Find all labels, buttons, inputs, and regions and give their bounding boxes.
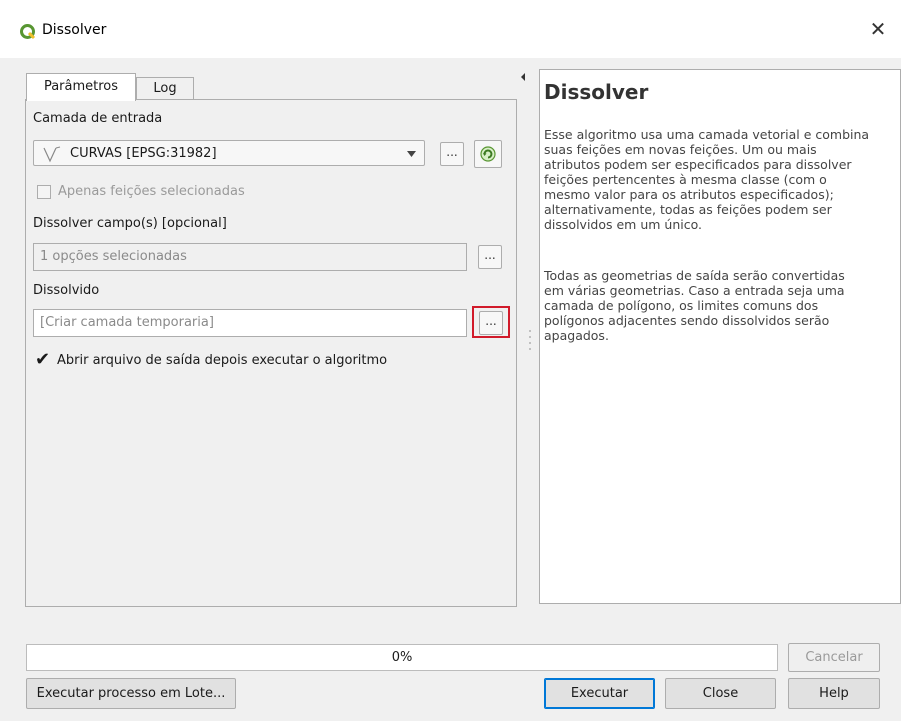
line-layer-icon <box>43 146 61 163</box>
output-label: Dissolvido <box>33 283 100 298</box>
batch-process-button[interactable]: Executar processo em Lote... <box>26 678 236 709</box>
help-line: suas feições em novas feições. Um ou mai… <box>544 142 817 157</box>
help-line: camada de polígono, os limites comuns do… <box>544 298 819 313</box>
input-layer-combo[interactable]: CURVAS [EPSG:31982] <box>33 140 425 166</box>
title-bar: Dissolver ✕ <box>0 0 901 58</box>
open-after-label: Abrir arquivo de saída depois executar o… <box>57 353 388 368</box>
input-layer-label: Camada de entrada <box>33 111 163 126</box>
help-paragraph-2: Todas as geometrias de saída serão conve… <box>544 268 899 343</box>
output-path-input[interactable]: [Criar camada temporaria] <box>33 309 467 337</box>
close-button[interactable]: Close <box>665 678 776 709</box>
iterate-features-button[interactable] <box>474 140 502 168</box>
help-line: polígonos adjacentes sendo dissolvidos s… <box>544 313 830 328</box>
input-layer-browse-button[interactable]: ... <box>440 142 464 166</box>
dissolve-fields-browse-button[interactable]: ... <box>478 245 502 269</box>
selected-only-label: Apenas feições selecionadas <box>58 184 245 199</box>
help-line: Todas as geometrias de saída serão conve… <box>544 268 845 283</box>
help-line: feições pertencentes à mesma classe (com… <box>544 172 827 187</box>
close-window-icon[interactable]: ✕ <box>867 18 889 42</box>
refresh-green-icon <box>480 146 496 162</box>
help-title: Dissolver <box>544 80 649 104</box>
input-layer-value: CURVAS [EPSG:31982] <box>70 146 217 161</box>
selected-only-checkbox[interactable] <box>37 185 51 199</box>
help-line: apagados. <box>544 328 609 343</box>
collapse-arrow-icon[interactable] <box>519 72 527 82</box>
dissolve-fields-label: Dissolver campo(s) [opcional] <box>33 216 227 231</box>
help-paragraph-1: Esse algoritmo usa uma camada vetorial e… <box>544 127 899 232</box>
open-after-check-icon[interactable]: ✔ <box>35 351 50 369</box>
help-line: atributos podem ser especificados para d… <box>544 157 852 172</box>
run-button[interactable]: Executar <box>544 678 655 709</box>
dissolve-fields-input[interactable]: 1 opções selecionadas <box>33 243 467 271</box>
dialog-window: Dissolver ✕ Parâmetros Log Camada de ent… <box>0 0 901 721</box>
cancel-button[interactable]: Cancelar <box>788 643 880 672</box>
progress-bar: 0% <box>26 644 778 671</box>
output-browse-button[interactable]: ... <box>479 311 503 335</box>
progress-text: 0% <box>391 650 413 665</box>
tab-parametros[interactable]: Parâmetros <box>26 73 136 101</box>
help-line: Esse algoritmo usa uma camada vetorial e… <box>544 127 870 142</box>
window-title: Dissolver <box>42 22 107 38</box>
help-line: em várias geometrias. Caso a entrada sej… <box>544 283 845 298</box>
splitter-handle[interactable] <box>527 327 533 357</box>
help-line: dissolvidos em um único. <box>544 217 702 232</box>
chevron-down-icon <box>407 151 416 157</box>
qgis-logo-icon <box>20 24 36 40</box>
help-button[interactable]: Help <box>788 678 880 709</box>
tab-log[interactable]: Log <box>136 77 194 100</box>
help-line: alternativamente, todas as feições podem… <box>544 202 832 217</box>
help-line: mesmo valor para os atributos especifica… <box>544 187 834 202</box>
